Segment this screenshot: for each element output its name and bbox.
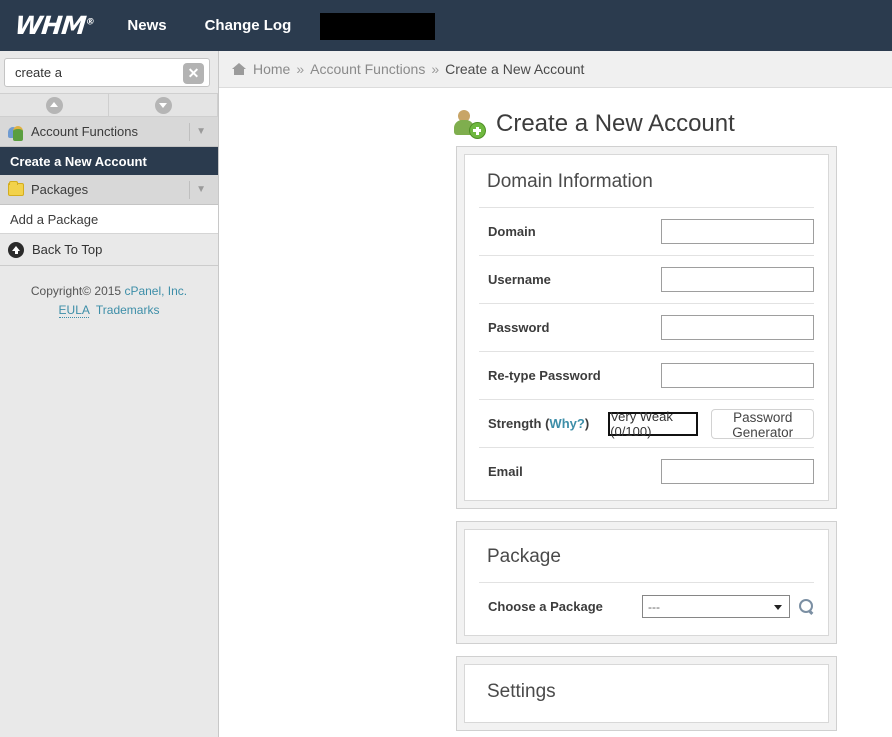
panel-domain-information: Domain Information Domain Username Passw… xyxy=(456,146,837,509)
sidebar: ✕ Account Functions ▼ Create a New Accou… xyxy=(0,51,219,737)
breadcrumb: Home » Account Functions » Create a New … xyxy=(219,51,892,88)
password-label: Password xyxy=(488,320,550,335)
package-select[interactable]: --- xyxy=(642,595,790,618)
choose-a-package-label: Choose a Package xyxy=(488,599,603,614)
cpanel-link[interactable]: cPanel, Inc. xyxy=(124,284,187,298)
nav-change-log[interactable]: Change Log xyxy=(205,17,292,34)
domain-input[interactable] xyxy=(661,219,814,244)
panel-inner: Package Choose a Package --- xyxy=(464,529,829,636)
folder-icon xyxy=(8,181,24,196)
page-title-row: Create a New Account xyxy=(219,88,892,146)
package-select-wrap: --- xyxy=(642,595,814,618)
nav-news[interactable]: News xyxy=(127,17,166,34)
sidebar-group-label: Account Functions xyxy=(31,124,138,139)
magnifier-icon[interactable] xyxy=(799,599,814,614)
sidebar-item-label: Create a New Account xyxy=(10,153,147,169)
main-content: Home » Account Functions » Create a New … xyxy=(219,51,892,737)
divider xyxy=(189,123,190,141)
panel-inner: Domain Information Domain Username Passw… xyxy=(464,154,829,501)
chevron-down-icon[interactable]: ▼ xyxy=(196,184,206,195)
breadcrumb-separator: » xyxy=(431,61,440,77)
breadcrumb-current: Create a New Account xyxy=(445,61,585,77)
sidebar-search-row: ✕ xyxy=(0,51,218,87)
search-input[interactable] xyxy=(13,64,173,81)
search-box[interactable]: ✕ xyxy=(4,58,210,87)
form-row-choose-a-package: Choose a Package --- xyxy=(479,582,814,630)
sidebar-nav-arrows xyxy=(0,93,218,117)
email-label: Email xyxy=(488,464,523,479)
retype-password-input[interactable] xyxy=(661,363,814,388)
trademarks-link[interactable]: Trademarks xyxy=(96,303,160,317)
sidebar-item-add-a-package[interactable]: Add a Package xyxy=(0,205,218,234)
why-link[interactable]: Why? xyxy=(549,416,584,431)
registered-mark: ® xyxy=(85,17,95,28)
form-row-domain: Domain xyxy=(479,207,814,255)
divider xyxy=(189,181,190,199)
paren-close: ) xyxy=(584,416,590,431)
password-strength-meter: Very Weak (0/100) xyxy=(608,409,699,439)
strength-label: Strength (Why?) xyxy=(488,416,608,431)
body-wrapper: ✕ Account Functions ▼ Create a New Accou… xyxy=(0,51,892,737)
chevron-up-glyph xyxy=(45,96,63,114)
back-to-top-label: Back To Top xyxy=(32,242,103,257)
user-add-icon xyxy=(454,109,486,139)
sidebar-group-packages[interactable]: Packages ▼ xyxy=(0,175,218,205)
breadcrumb-home[interactable]: Home xyxy=(253,61,290,77)
sidebar-group-label: Packages xyxy=(31,182,89,197)
redacted-username-bar xyxy=(320,13,435,40)
eula-link[interactable]: EULA xyxy=(58,303,90,318)
home-icon[interactable] xyxy=(232,63,246,75)
back-to-top-button[interactable]: Back To Top xyxy=(0,234,218,266)
sidebar-item-create-a-new-account[interactable]: Create a New Account xyxy=(0,147,218,175)
whm-logo[interactable]: WHM® xyxy=(13,11,94,40)
package-select-value: --- xyxy=(648,599,660,614)
top-header: WHM® News Change Log Logout xyxy=(0,0,892,51)
form-row-username: Username xyxy=(479,255,814,303)
close-icon[interactable]: ✕ xyxy=(183,63,204,84)
email-input[interactable] xyxy=(661,459,814,484)
panel-inner: Settings xyxy=(464,664,829,723)
password-input[interactable] xyxy=(661,315,814,340)
strength-label-text: Strength xyxy=(488,416,542,431)
plus-badge-icon xyxy=(469,122,486,139)
chevron-down-glyph xyxy=(154,96,172,114)
sidebar-group-account-functions[interactable]: Account Functions ▼ xyxy=(0,117,218,147)
chevron-down-icon[interactable]: ▼ xyxy=(196,126,206,137)
panel-package: Package Choose a Package --- xyxy=(456,521,837,644)
form-row-email: Email xyxy=(479,447,814,495)
page-title: Create a New Account xyxy=(496,110,735,137)
form-row-retype-password: Re-type Password xyxy=(479,351,814,399)
panel-settings: Settings xyxy=(456,656,837,731)
form-row-password: Password xyxy=(479,303,814,351)
username-label: Username xyxy=(488,272,551,287)
username-input[interactable] xyxy=(661,267,814,292)
form-row-strength: Strength (Why?) Very Weak (0/100) Passwo… xyxy=(479,399,814,447)
chevron-up-circle-icon[interactable] xyxy=(0,93,109,117)
domain-label: Domain xyxy=(488,224,536,239)
panel-heading: Domain Information xyxy=(487,171,653,192)
whm-logo-text: WHM xyxy=(13,11,87,40)
breadcrumb-account-functions[interactable]: Account Functions xyxy=(310,61,425,77)
password-generator-button[interactable]: Password Generator xyxy=(711,408,814,440)
arrow-up-circle-icon xyxy=(8,241,24,258)
sidebar-item-label: Add a Package xyxy=(10,211,99,227)
panel-heading: Settings xyxy=(487,681,556,702)
chevron-down-circle-icon[interactable] xyxy=(109,93,218,117)
breadcrumb-separator: » xyxy=(296,61,305,77)
copyright-text: Copyright© 2015 xyxy=(30,284,122,298)
sidebar-footer: Copyright© 2015 cPanel, Inc. EULA Tradem… xyxy=(0,266,218,320)
retype-password-label: Re-type Password xyxy=(488,368,601,383)
chevron-down-icon xyxy=(774,605,782,610)
people-icon xyxy=(8,125,24,141)
panel-heading: Package xyxy=(487,546,561,567)
